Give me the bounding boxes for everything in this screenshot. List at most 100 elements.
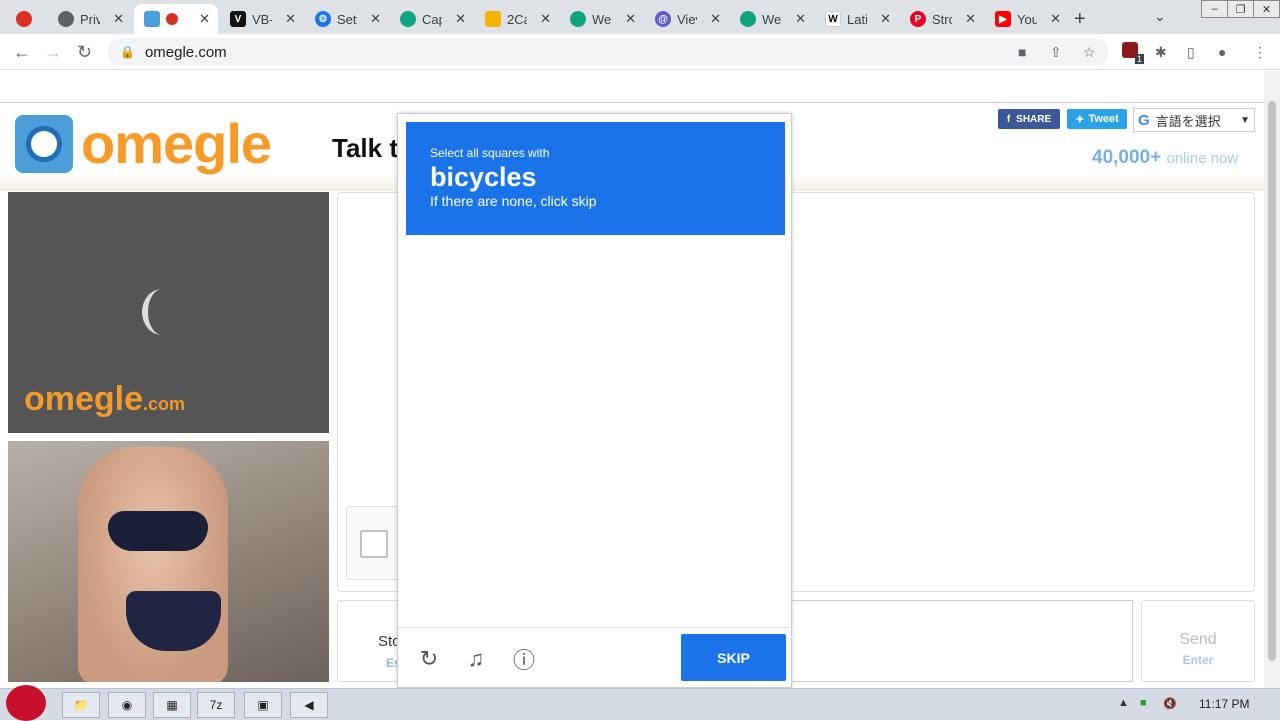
language-select[interactable]: G 言語を選択 ▼ <box>1133 108 1255 132</box>
tab-wikipedia[interactable]: W Lati ✕ <box>815 4 899 34</box>
close-icon[interactable]: ✕ <box>880 11 891 27</box>
tab-2captcha[interactable]: 2Ca ✕ <box>475 4 559 34</box>
send-button[interactable]: Send Enter <box>1141 600 1255 682</box>
close-icon[interactable]: ✕ <box>199 11 210 27</box>
grid-tile[interactable] <box>691 432 784 525</box>
grid-tile[interactable] <box>596 242 689 335</box>
volume-mixer-icon[interactable]: ◀ <box>290 692 328 718</box>
close-icon[interactable]: ✕ <box>455 11 466 27</box>
reload-icon[interactable]: ↻ <box>77 42 92 63</box>
grid-tile[interactable] <box>501 242 594 335</box>
grid-tile[interactable] <box>596 432 689 525</box>
tray-expand-icon[interactable]: ▲ <box>1118 697 1129 709</box>
address-bar[interactable]: 🔒 omegle.com <box>108 38 1108 66</box>
battery-icon[interactable]: ■ <box>1140 697 1147 709</box>
tab-title: 2Ca <box>507 11 527 27</box>
close-window-button[interactable]: ✕ <box>1253 0 1280 18</box>
grid-tile[interactable] <box>691 527 784 620</box>
tab-cap[interactable]: Cap ✕ <box>390 4 474 34</box>
grid-tile[interactable] <box>596 337 689 430</box>
close-icon[interactable]: ✕ <box>370 11 381 27</box>
tab-private[interactable]: Priv ✕ <box>48 4 132 34</box>
tab-recording[interactable] <box>6 4 46 34</box>
send-label: Send <box>1179 631 1217 648</box>
tab-search-icon[interactable]: ⌄ <box>1154 8 1166 25</box>
openai-icon <box>570 11 586 27</box>
file-explorer-icon[interactable]: 📁 <box>62 692 100 718</box>
7zip-icon[interactable]: 7z <box>197 692 235 718</box>
message-input[interactable] <box>788 600 1133 682</box>
start-button[interactable] <box>6 685 46 721</box>
divider <box>0 102 1264 103</box>
extension-icon[interactable]: 1 <box>1122 42 1144 64</box>
grid-tile[interactable] <box>406 242 499 335</box>
bookmark-star-icon[interactable]: ☆ <box>1083 44 1096 61</box>
tab-settings[interactable]: ⚙ Sett ✕ <box>305 4 389 34</box>
close-icon[interactable]: ✕ <box>965 11 976 27</box>
volume-muted-icon[interactable]: 🔇 <box>1163 697 1177 710</box>
tab-we-1[interactable]: We ✕ <box>560 4 644 34</box>
new-tab-button[interactable]: + <box>1074 8 1086 31</box>
app-icon[interactable]: ▦ <box>153 692 191 718</box>
scrollbar-thumb[interactable] <box>1268 101 1276 661</box>
audio-challenge-icon[interactable]: ♫ <box>463 646 489 672</box>
menu-icon[interactable]: ⋮ <box>1253 44 1267 61</box>
tab-title: We <box>592 11 612 27</box>
info-icon[interactable]: ⓘ <box>511 646 537 673</box>
grid-tile[interactable] <box>501 337 594 430</box>
reload-challenge-icon[interactable]: ↻ <box>416 646 442 672</box>
remote-desktop-icon[interactable]: ▣ <box>244 692 282 718</box>
tab-vb[interactable]: V VB- ✕ <box>220 4 304 34</box>
self-video <box>8 441 329 682</box>
share-icon[interactable]: ⇪ <box>1050 44 1062 61</box>
camera-icon[interactable]: ■ <box>1018 44 1026 60</box>
close-icon[interactable]: ✕ <box>285 11 296 27</box>
tab-pinterest[interactable]: P Stro ✕ <box>900 4 984 34</box>
facebook-share-button[interactable]: f SHARE <box>998 109 1060 129</box>
minimize-button[interactable]: – <box>1201 0 1228 18</box>
tweet-label: Tweet <box>1088 113 1119 125</box>
grid-tile[interactable] <box>501 527 594 620</box>
tab-we-2[interactable]: We ✕ <box>730 4 814 34</box>
back-icon[interactable]: ← <box>13 42 31 63</box>
close-icon[interactable]: ✕ <box>540 11 551 27</box>
forward-icon[interactable]: → <box>44 42 62 63</box>
skip-button[interactable]: SKIP <box>681 634 786 681</box>
tab-title: We <box>762 11 782 27</box>
tab-omegle[interactable]: ✕ <box>134 4 218 34</box>
omegle-logo[interactable]: omegle <box>15 111 272 176</box>
tab-view[interactable]: @ Viev ✕ <box>645 4 729 34</box>
online-label: online now <box>1166 150 1239 167</box>
grid-tile[interactable] <box>691 337 784 430</box>
tweet-button[interactable]: ✦ Tweet <box>1067 109 1127 129</box>
video-clothing <box>108 511 208 551</box>
tab-strip: Priv ✕ ✕ V VB- ✕ ⚙ Sett ✕ Cap ✕ 2Ca ✕ We… <box>0 0 1280 34</box>
openai-icon <box>740 11 756 27</box>
challenge-instruction: Select all squares with <box>430 146 550 160</box>
close-icon[interactable]: ✕ <box>1050 11 1061 27</box>
close-icon[interactable]: ✕ <box>113 11 124 27</box>
side-panel-icon[interactable]: ▯ <box>1187 44 1195 61</box>
grid-tile[interactable] <box>596 527 689 620</box>
extensions-icon[interactable]: ✱ <box>1155 44 1167 61</box>
tab-youtube[interactable]: ▶ You ✕ <box>985 4 1069 34</box>
recording-icon <box>166 13 178 25</box>
grid-tile[interactable] <box>691 242 784 335</box>
taskbar-clock[interactable]: 11:17 PM <box>1199 697 1249 711</box>
maximize-button[interactable]: ❐ <box>1227 0 1254 18</box>
recaptcha-checkbox[interactable] <box>360 530 388 558</box>
close-icon[interactable]: ✕ <box>710 11 721 27</box>
chrome-icon[interactable]: ◉ <box>108 692 146 718</box>
video-watermark: omegle.com <box>24 380 185 419</box>
share-label: SHARE <box>1016 113 1052 125</box>
grid-tile[interactable] <box>501 432 594 525</box>
grid-tile[interactable] <box>406 337 499 430</box>
grid-tile[interactable] <box>406 527 499 620</box>
profile-icon[interactable]: ● <box>1218 44 1226 60</box>
close-icon[interactable]: ✕ <box>625 11 636 27</box>
stop-button[interactable]: Sto Es <box>337 600 401 682</box>
challenge-target: bicycles <box>430 162 537 192</box>
grid-tile[interactable] <box>406 432 499 525</box>
close-icon[interactable]: ✕ <box>795 11 806 27</box>
page-scrollbar[interactable] <box>1264 71 1280 688</box>
